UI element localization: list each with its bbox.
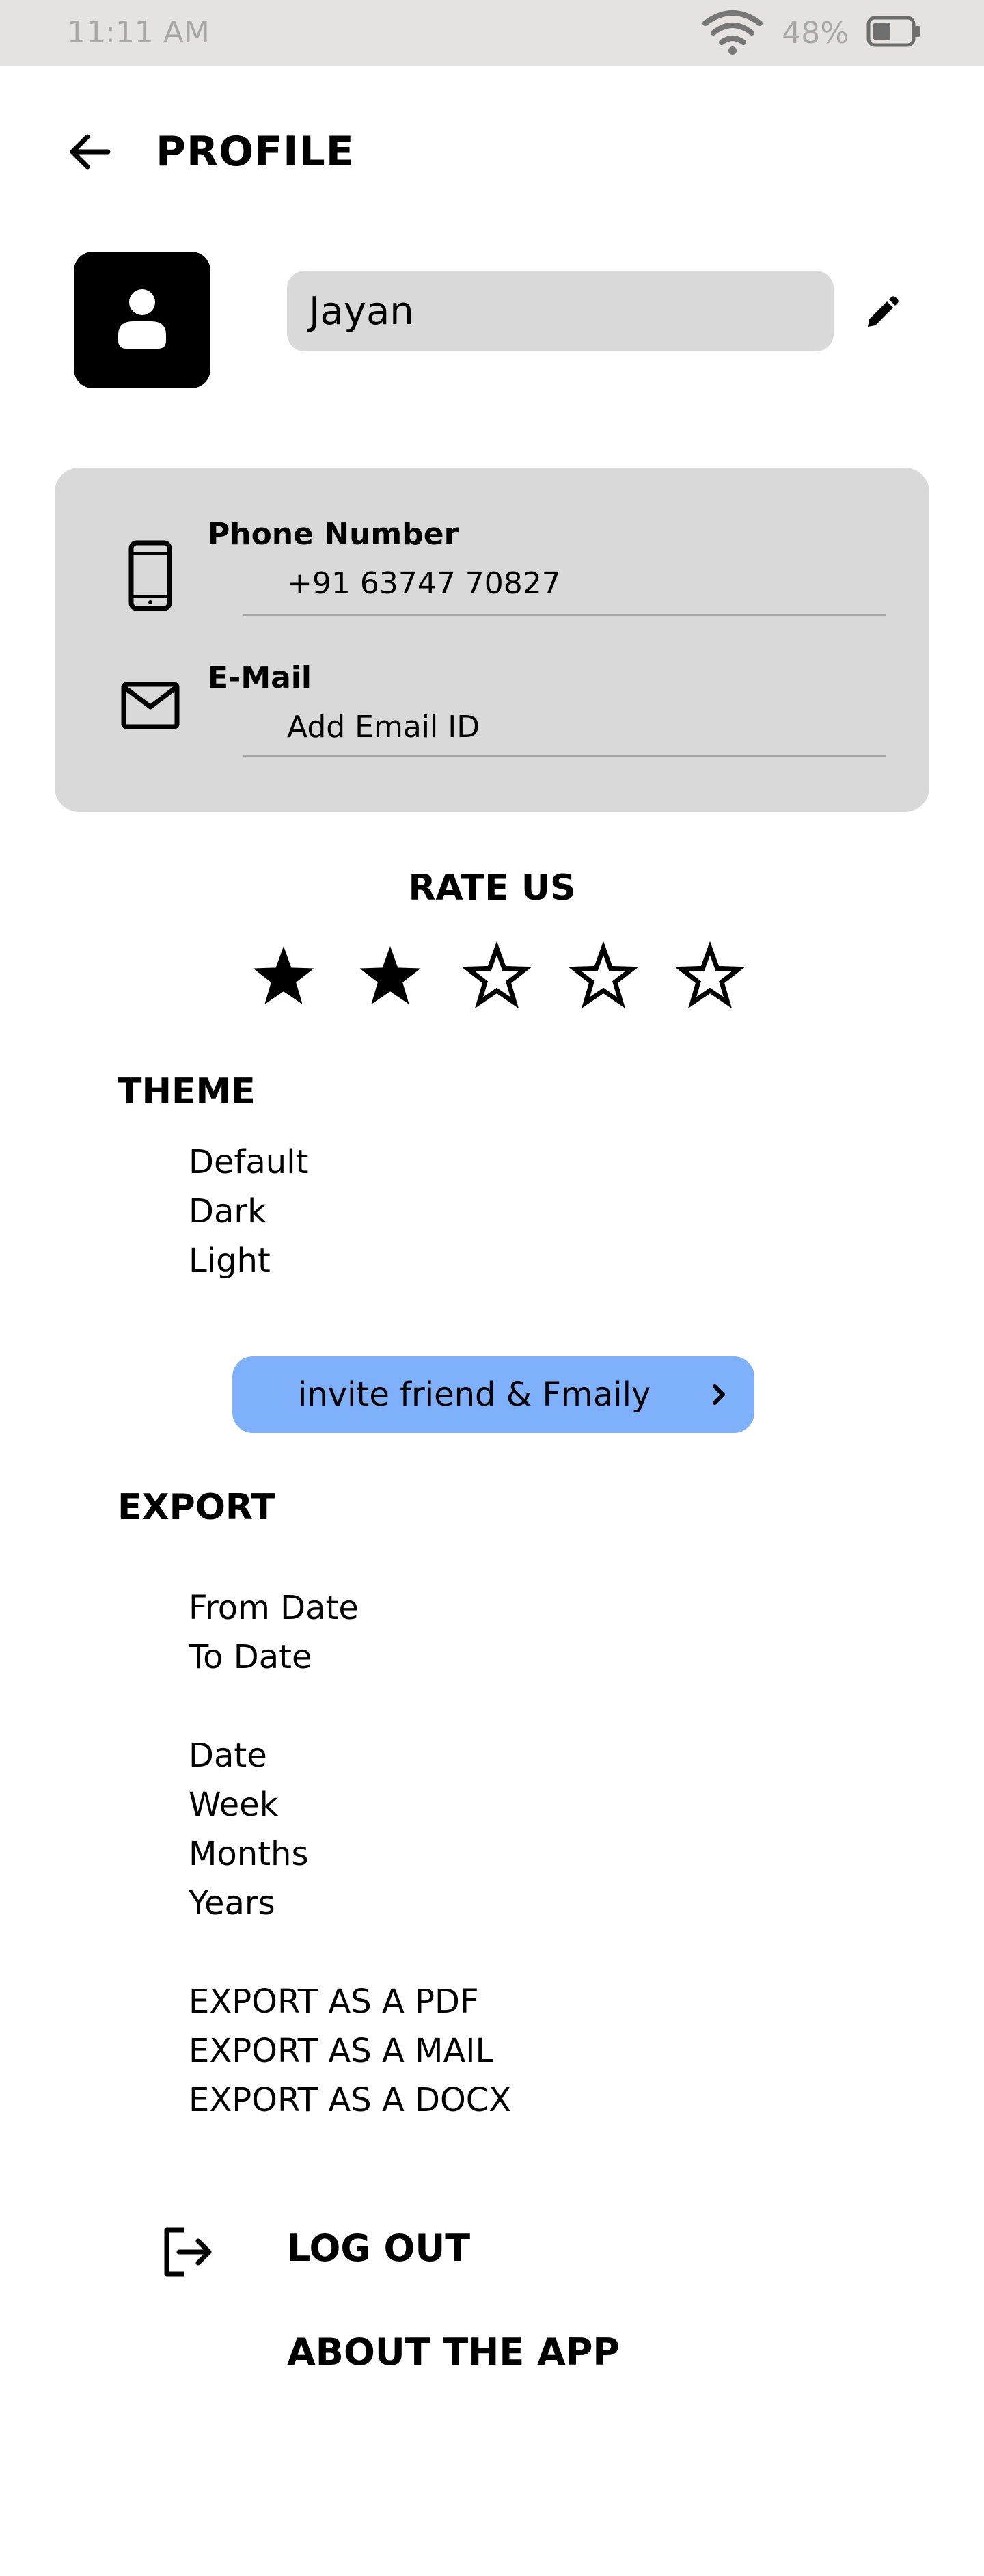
period-years-option[interactable]: Years <box>189 1879 308 1928</box>
star-rating <box>246 938 744 1013</box>
battery-icon <box>866 15 921 51</box>
phone-label: Phone Number <box>208 517 459 552</box>
star-outline-icon[interactable] <box>566 938 641 1013</box>
avatar[interactable] <box>74 252 210 388</box>
from-date-option[interactable]: From Date <box>189 1583 359 1633</box>
export-formats: EXPORT AS A PDF EXPORT AS A MAIL EXPORT … <box>189 1977 511 2125</box>
logout-button[interactable]: LOG OUT <box>287 2223 470 2274</box>
email-field[interactable]: Add Email ID <box>287 707 480 748</box>
rate-us-title: RATE US <box>408 868 576 909</box>
invite-label: invite friend & Fmaily <box>298 1376 651 1414</box>
back-button[interactable] <box>59 122 122 185</box>
edit-name-button[interactable] <box>860 293 903 336</box>
theme-option-dark[interactable]: Dark <box>189 1187 308 1236</box>
status-time: 11:11 AM <box>67 15 210 50</box>
star-outline-icon[interactable] <box>672 938 748 1013</box>
battery-percent: 48% <box>782 15 849 51</box>
star-outline-icon[interactable] <box>459 938 534 1013</box>
period-date-option[interactable]: Date <box>189 1731 308 1780</box>
email-underline <box>243 755 886 757</box>
theme-option-light[interactable]: Light <box>189 1236 308 1285</box>
theme-options: Default Dark Light <box>189 1138 308 1285</box>
export-docx-option[interactable]: EXPORT AS A DOCX <box>189 2076 511 2125</box>
smartphone-icon <box>128 540 172 614</box>
person-icon <box>113 286 172 354</box>
invite-button[interactable]: invite friend & Fmaily <box>232 1356 754 1433</box>
email-label: E-Mail <box>208 660 312 695</box>
page-title: PROFILE <box>156 128 355 176</box>
phone-field[interactable]: +91 63747 70827 <box>287 563 561 604</box>
wifi-icon <box>701 7 764 59</box>
export-periods: Date Week Months Years <box>189 1731 308 1928</box>
theme-option-default[interactable]: Default <box>189 1138 308 1187</box>
logout-icon[interactable] <box>161 2225 216 2282</box>
export-heading: EXPORT <box>118 1487 276 1528</box>
name-input[interactable]: Jayan <box>287 271 834 351</box>
export-mail-option[interactable]: EXPORT AS A MAIL <box>189 2026 511 2076</box>
about-app-link[interactable]: ABOUT THE APP <box>287 2327 620 2378</box>
star-filled-icon[interactable] <box>246 938 321 1013</box>
period-months-option[interactable]: Months <box>189 1829 308 1879</box>
pencil-icon <box>864 295 899 334</box>
period-week-option[interactable]: Week <box>189 1780 308 1829</box>
status-icons: 48% <box>701 8 921 57</box>
arrow-left-icon <box>66 127 115 179</box>
contact-card: Phone Number +91 63747 70827 E-Mail Add … <box>55 468 929 812</box>
export-date-range: From Date To Date <box>189 1583 359 1682</box>
theme-heading: THEME <box>118 1071 256 1112</box>
export-pdf-option[interactable]: EXPORT AS A PDF <box>189 1977 511 2026</box>
phone-underline <box>243 614 886 616</box>
mail-icon <box>120 681 180 733</box>
star-filled-icon[interactable] <box>353 938 428 1013</box>
to-date-option[interactable]: To Date <box>189 1633 359 1682</box>
chevron-right-icon <box>702 1378 735 1411</box>
